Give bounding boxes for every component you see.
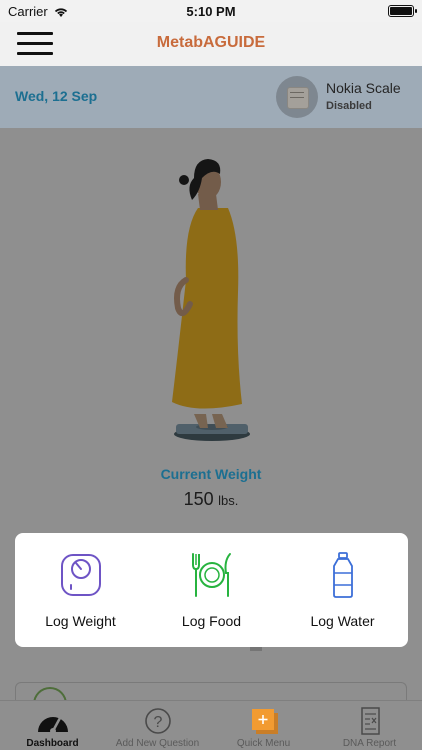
- plate-fork-knife-icon: [191, 553, 231, 597]
- log-food-label: Log Food: [181, 613, 242, 629]
- log-weight-label: Log Weight: [45, 613, 116, 629]
- scale-icon: [60, 554, 101, 596]
- tab-bar: Dashboard ? Add New Question Quick Menu …: [0, 700, 422, 750]
- tab-dashboard-label: Dashboard: [26, 738, 79, 749]
- tab-add-new-question[interactable]: ? Add New Question: [105, 701, 210, 750]
- speedometer-icon: [37, 716, 68, 734]
- weight-unit: lbs.: [218, 493, 239, 508]
- log-weight-button[interactable]: Log Weight: [15, 533, 146, 647]
- log-water-label: Log Water: [310, 613, 375, 629]
- tab-dashboard[interactable]: Dashboard: [0, 701, 105, 750]
- scale-name[interactable]: Nokia Scale: [326, 80, 401, 96]
- svg-text:?: ?: [153, 714, 162, 731]
- weight-number: 150: [183, 489, 214, 509]
- report-document-icon: [360, 707, 380, 735]
- tab-add-new-question-label: Add New Question: [115, 738, 200, 749]
- scale-status: Disabled: [326, 100, 372, 112]
- current-weight-value: 150 lbs.: [0, 489, 422, 510]
- water-bottle-icon: [332, 552, 353, 598]
- body-figure-icon: [172, 159, 250, 441]
- plus-square-icon: [251, 709, 278, 734]
- question-circle-icon: ?: [144, 708, 171, 734]
- dashboard-content: Current Weight 150 lbs.: [0, 128, 422, 532]
- tab-quick-menu[interactable]: Quick Menu: [211, 701, 316, 750]
- tab-dna-report-label: DNA Report: [342, 738, 397, 749]
- tab-quick-menu-label: Quick Menu: [236, 738, 291, 749]
- status-time: 5:10 PM: [186, 4, 236, 19]
- log-water-button[interactable]: Log Water: [277, 533, 408, 647]
- quick-menu-popup: Log Weight Log Food Log Water: [15, 533, 408, 647]
- status-bar: Carrier 5:10 PM: [0, 0, 422, 22]
- app-title: MetabAGUIDE: [156, 34, 266, 51]
- date-band: Wed, 12 Sep Nokia Scale Disabled: [0, 66, 422, 128]
- battery-icon: [388, 5, 417, 17]
- tab-dna-report[interactable]: DNA Report: [317, 701, 422, 750]
- current-date: Wed, 12 Sep: [15, 88, 98, 104]
- log-food-button[interactable]: Log Food: [146, 533, 277, 647]
- current-weight-label: Current Weight: [160, 466, 262, 482]
- navbar: MetabAGUIDE: [0, 22, 422, 66]
- scale-icon[interactable]: [276, 76, 318, 118]
